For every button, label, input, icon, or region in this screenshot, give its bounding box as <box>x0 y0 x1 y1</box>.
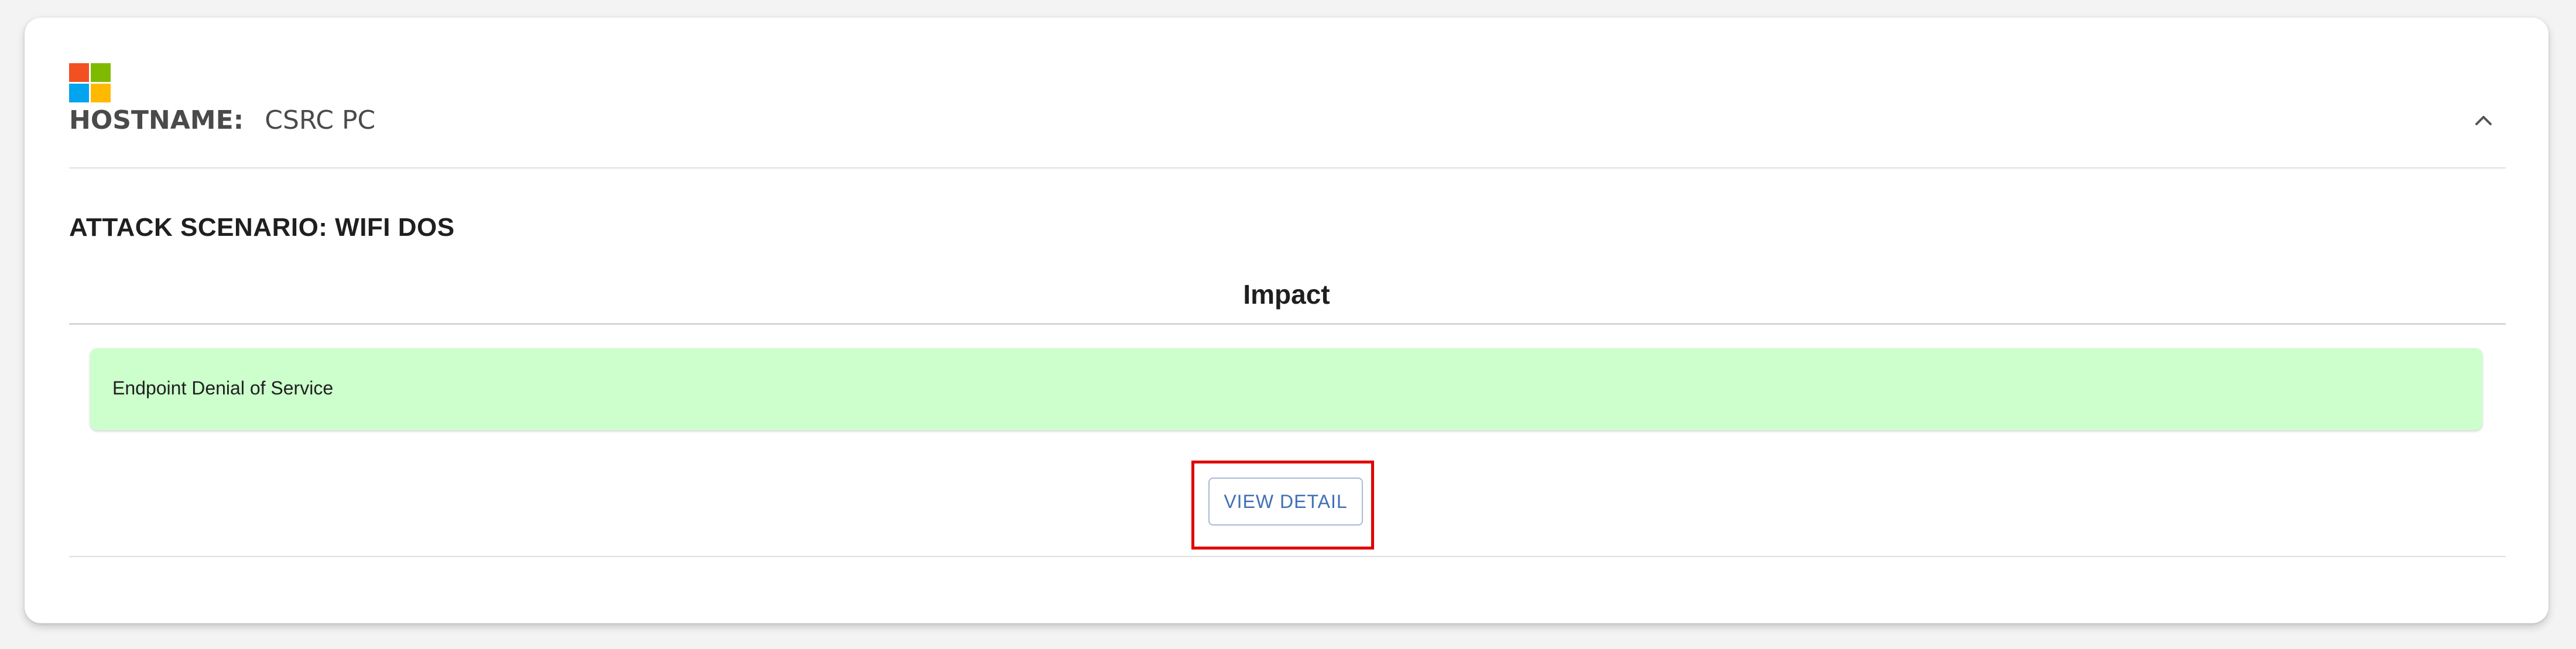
impact-item: Endpoint Denial of Service <box>90 348 2482 430</box>
windows-logo-blue-pane <box>69 84 89 102</box>
footer-divider <box>69 556 2506 557</box>
hostname-label: HOSTNAME: <box>69 105 244 135</box>
impact-heading: Impact <box>1243 279 1330 310</box>
host-card: HOSTNAME: CSRC PC ATTACK SCENARIO: WIFI … <box>25 18 2548 623</box>
impact-divider <box>69 323 2506 325</box>
windows-logo-red-pane <box>69 63 89 82</box>
chevron-up-icon[interactable] <box>2466 105 2501 135</box>
windows-logo-green-pane <box>91 63 111 82</box>
view-detail-button[interactable]: VIEW DETAIL <box>1208 478 1363 526</box>
header-divider <box>69 167 2506 169</box>
hostname-value: CSRC PC <box>265 105 376 135</box>
windows-logo-yellow-pane <box>91 84 111 102</box>
windows-logo-icon <box>69 63 111 103</box>
attack-scenario-title: ATTACK SCENARIO: WIFI DOS <box>69 213 455 242</box>
hostname-row: HOSTNAME: CSRC PC <box>69 105 375 135</box>
impact-item-text: Endpoint Denial of Service <box>112 377 334 399</box>
